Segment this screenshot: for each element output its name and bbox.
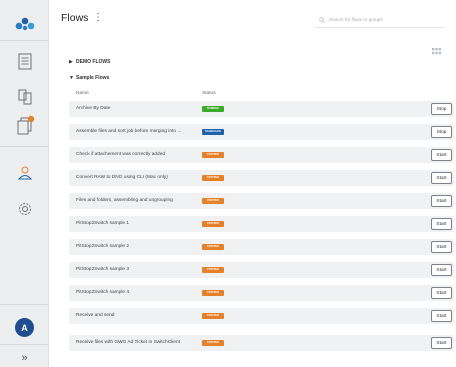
- start-button[interactable]: Start: [431, 172, 452, 184]
- collapse-arrow-icon[interactable]: ▼: [69, 75, 76, 81]
- avatar[interactable]: A: [15, 318, 34, 337]
- start-button[interactable]: Start: [431, 310, 452, 322]
- users-icon[interactable]: [0, 162, 49, 184]
- stop-button[interactable]: Stop: [431, 103, 452, 115]
- status-badge: STOPPED: [202, 198, 224, 204]
- flow-name: PitStop2Switch sample 2: [76, 244, 130, 249]
- table-row[interactable]: Check if attachement was correctly added…: [69, 147, 454, 163]
- status-badge: STOPPED: [202, 267, 224, 273]
- status-badge: STOPPED: [202, 244, 224, 250]
- table-row[interactable]: PitStop2Switch sample 4 STOPPED Start: [69, 285, 454, 301]
- group-label: DEMO FLOWS: [76, 59, 111, 65]
- table-row[interactable]: PitStop2Switch sample 3 STOPPED Start: [69, 262, 454, 278]
- search-box[interactable]: Search for flows or groups: [314, 12, 444, 28]
- start-button[interactable]: Start: [431, 287, 452, 299]
- table-row[interactable]: Files and folders, assembling and ungrou…: [69, 193, 454, 209]
- sidebar-divider: [0, 146, 49, 147]
- flow-name: Archive By Date: [76, 106, 111, 111]
- start-button[interactable]: Start: [431, 218, 452, 230]
- table-row[interactable]: Assemble files and sort job before mergi…: [69, 124, 454, 140]
- search-icon: [319, 16, 325, 23]
- sidebar-divider: [0, 304, 49, 305]
- flow-name: Receive and send: [76, 313, 115, 318]
- sidebar-divider: [0, 344, 49, 345]
- flows-list-icon[interactable]: [0, 50, 49, 72]
- app-logo-icon[interactable]: [0, 14, 49, 34]
- sidebar: A »: [0, 0, 49, 367]
- status-badge: STOPPED: [202, 340, 224, 346]
- flow-name: PitStop2Switch sample 3: [76, 267, 130, 272]
- expand-arrow-icon[interactable]: ▶: [69, 59, 76, 65]
- more-menu-icon[interactable]: ⋮: [93, 12, 103, 23]
- start-button[interactable]: Start: [431, 149, 452, 161]
- search-input[interactable]: Search for flows or groups: [329, 17, 383, 22]
- status-badge: STOPPED: [202, 290, 224, 296]
- flow-name: Assemble files and sort job before mergi…: [76, 129, 182, 134]
- start-button[interactable]: Start: [431, 241, 452, 253]
- stop-button[interactable]: Stop: [431, 126, 452, 138]
- grid-view-icon[interactable]: [432, 42, 441, 60]
- start-button[interactable]: Start: [431, 337, 452, 349]
- flow-name: Convert RAW to DNG using CLI (Mac only): [76, 175, 168, 180]
- gear-icon[interactable]: [0, 198, 49, 220]
- expand-sidebar-icon[interactable]: »: [0, 349, 49, 367]
- flow-name: Receive files with GWG Ad Ticket in Swit…: [76, 340, 180, 345]
- status-badge: STOPPED: [202, 152, 224, 158]
- documents-icon[interactable]: [0, 114, 49, 138]
- status-badge: STOPPED: [202, 313, 224, 319]
- table-row[interactable]: Convert RAW to DNG using CLI (Mac only) S…: [69, 170, 454, 186]
- flow-name: PitStop2Switch sample 1: [76, 221, 130, 226]
- table-row[interactable]: Receive and send STOPPED Start: [69, 308, 454, 324]
- start-button[interactable]: Start: [431, 195, 452, 207]
- group-demo-flows[interactable]: ▶ DEMO FLOWS: [69, 59, 110, 65]
- status-badge: STOPPED: [202, 221, 224, 227]
- flow-name: Files and folders, assembling and ungrou…: [76, 198, 173, 203]
- start-button[interactable]: Start: [431, 264, 452, 276]
- table-row[interactable]: PitStop2Switch sample 2 STOPPED Start: [69, 239, 454, 255]
- book-icon[interactable]: [0, 86, 49, 108]
- status-badge: SCHEDULED: [202, 129, 224, 135]
- table-row[interactable]: Receive files with GWG Ad Ticket in Swit…: [69, 335, 454, 351]
- table-row[interactable]: Archive By Date RUNNING Stop: [69, 101, 454, 117]
- flow-name: PitStop2Switch sample 4: [76, 290, 130, 295]
- column-header-name[interactable]: Name: [76, 91, 89, 96]
- status-badge: STOPPED: [202, 175, 224, 181]
- table-row[interactable]: PitStop2Switch sample 1 STOPPED Start: [69, 216, 454, 232]
- page-title: Flows: [61, 12, 89, 24]
- flow-name: Check if attachement was correctly added: [76, 152, 166, 157]
- group-sample-flows[interactable]: ▼ Sample Flows: [69, 75, 109, 81]
- status-badge: RUNNING: [202, 106, 224, 112]
- column-header-status[interactable]: Status: [202, 91, 216, 96]
- group-label: Sample Flows: [76, 75, 110, 81]
- sidebar-divider: [0, 40, 49, 41]
